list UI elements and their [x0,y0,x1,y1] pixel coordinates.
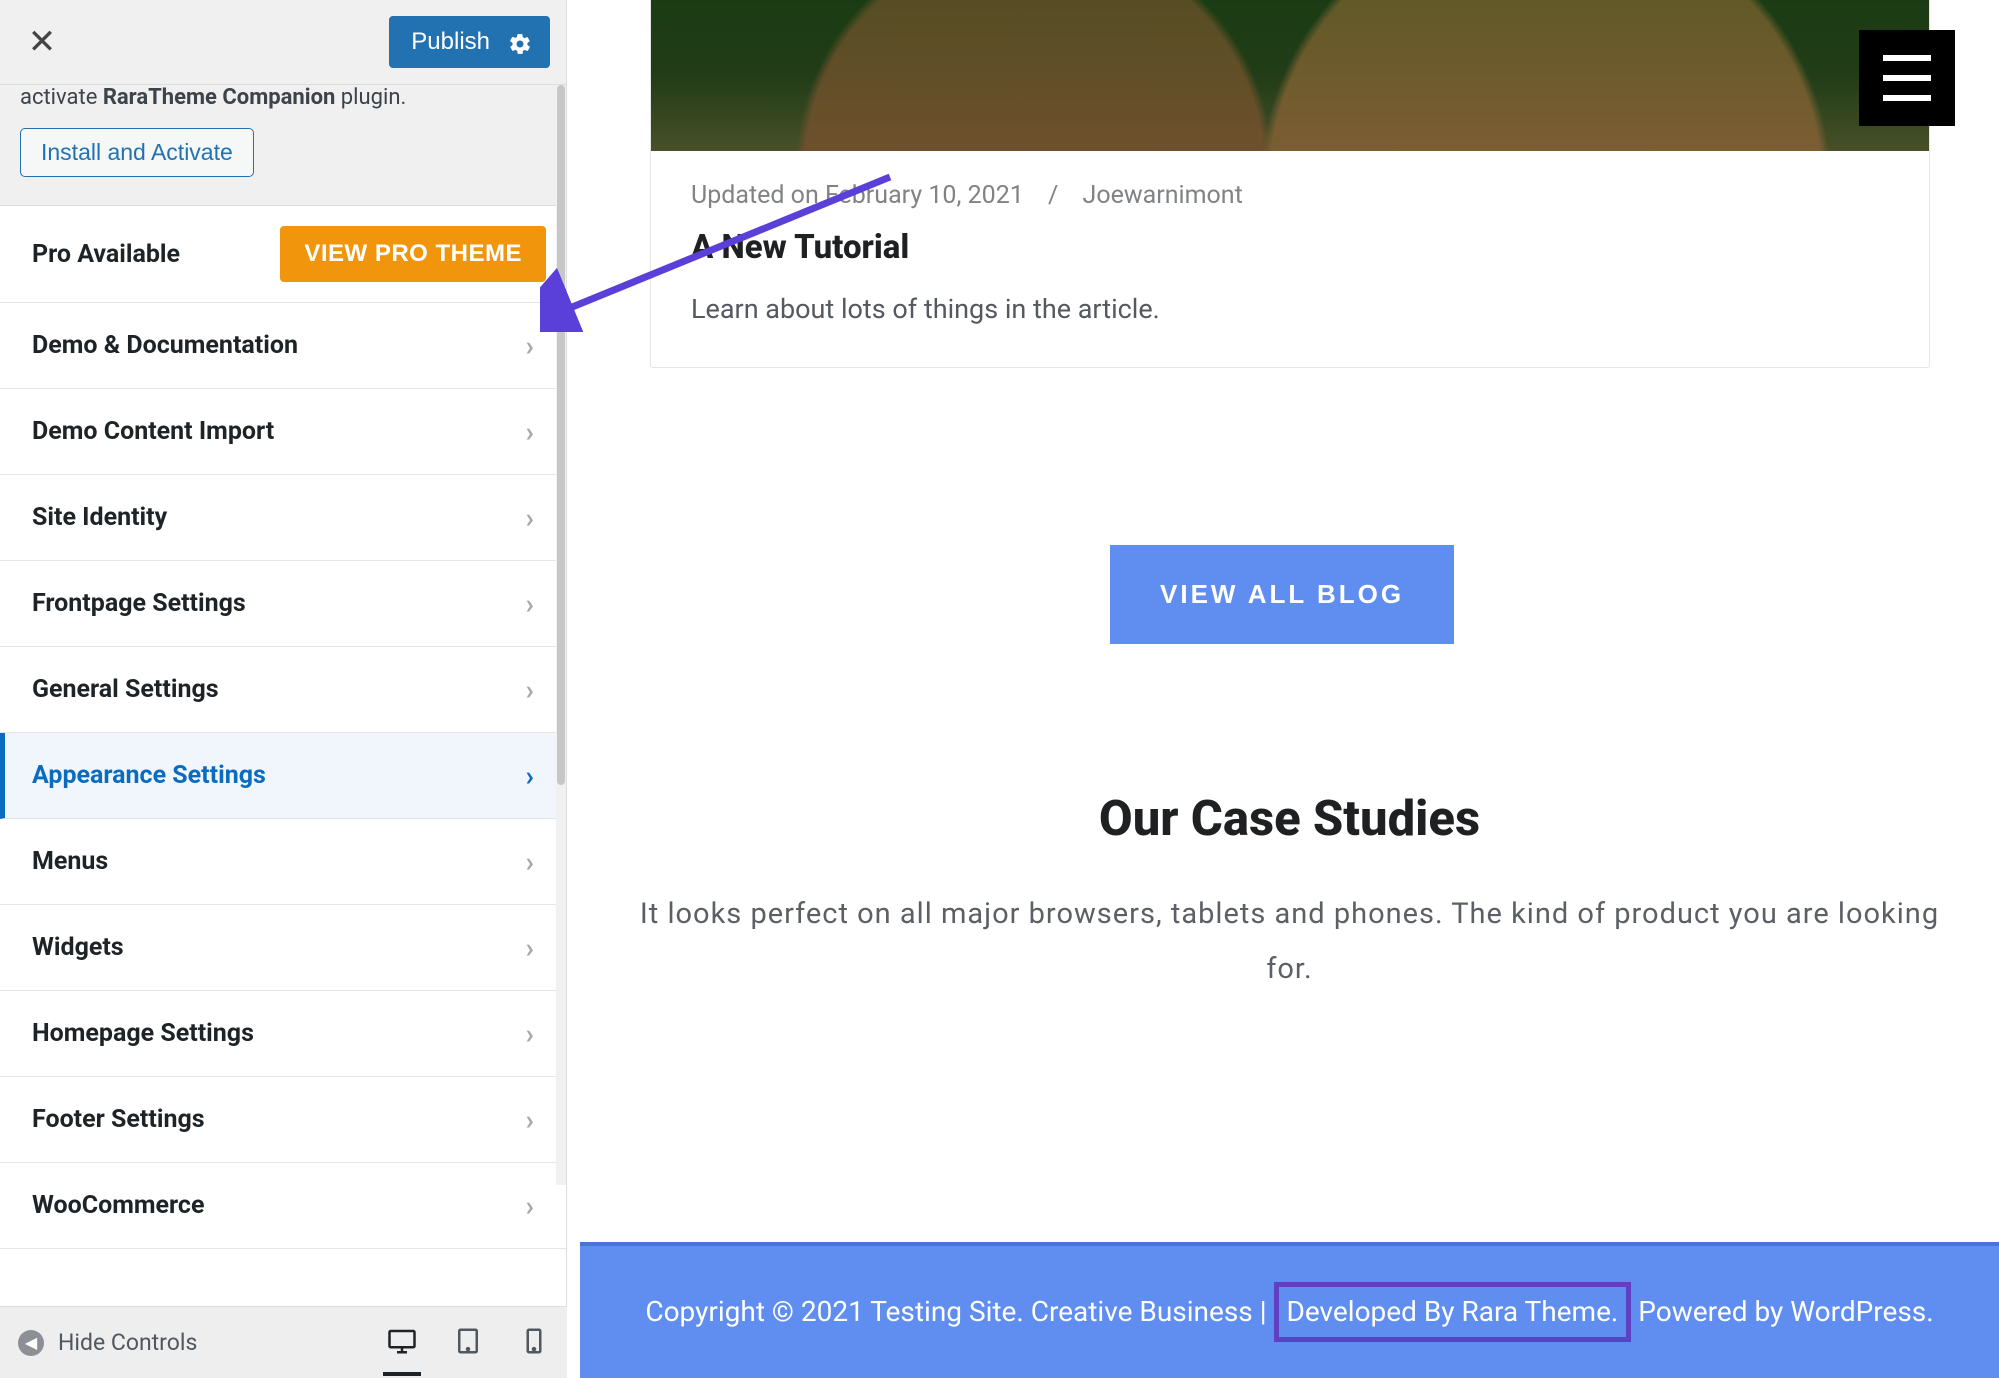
close-icon[interactable]: ✕ [22,22,62,62]
case-studies-subtext: It looks perfect on all major browsers, … [620,887,1959,997]
gear-icon [508,32,528,52]
post-hero-image [651,0,1929,151]
menu-demo-content-import[interactable]: Demo Content Import › [0,389,566,475]
view-all-blog-button[interactable]: VIEW ALL BLOG [1110,545,1454,644]
chevron-right-icon: › [526,329,534,362]
collapse-icon: ◀ [18,1330,44,1356]
chevron-right-icon: › [526,931,534,964]
footer-developer-highlight[interactable]: Developed By Rara Theme. [1274,1282,1632,1342]
post-date: February 10, 2021 [825,181,1024,210]
menu-widgets[interactable]: Widgets › [0,905,566,991]
menu-frontpage-settings[interactable]: Frontpage Settings › [0,561,566,647]
plugin-notice: activate RaraTheme Companion plugin. Ins… [0,85,566,206]
mobile-device-icon[interactable] [519,1326,549,1360]
hamburger-menu-icon[interactable] [1859,30,1955,126]
publish-button[interactable]: Publish [389,16,550,68]
view-pro-theme-button[interactable]: VIEW PRO THEME [280,226,546,282]
customizer-menu: Demo & Documentation › Demo Content Impo… [0,303,566,1378]
chevron-right-icon: › [526,501,534,534]
pro-available-label: Pro Available [32,240,180,269]
chevron-right-icon: › [526,759,534,792]
menu-general-settings[interactable]: General Settings › [0,647,566,733]
sidebar-scrollbar[interactable] [556,85,566,1185]
site-footer: Copyright © 2021 Testing Site. Creative … [580,1242,1999,1378]
menu-woocommerce[interactable]: WooCommerce › [0,1163,566,1249]
scrollbar-thumb[interactable] [557,85,565,785]
post-author[interactable]: Joewarnimont [1083,181,1243,210]
chevron-right-icon: › [526,1103,534,1136]
menu-site-identity[interactable]: Site Identity › [0,475,566,561]
case-studies-heading: Our Case Studies [620,790,1959,847]
device-preview-buttons [387,1326,549,1360]
post-excerpt: Learn about lots of things in the articl… [691,293,1889,325]
customizer-bottom-bar: ◀ Hide Controls [0,1306,567,1378]
chevron-right-icon: › [526,1017,534,1050]
menu-menus[interactable]: Menus › [0,819,566,905]
hide-controls-button[interactable]: ◀ Hide Controls [18,1329,197,1356]
customizer-topbar: ✕ Publish [0,0,566,85]
tablet-device-icon[interactable] [453,1326,483,1360]
footer-copyright: Copyright © 2021 Testing Site. Creative … [645,1295,1259,1328]
post-card[interactable]: Updated on February 10, 2021 / Joewarnim… [650,0,1930,368]
chevron-right-icon: › [526,1189,534,1222]
chevron-right-icon: › [526,673,534,706]
desktop-device-icon[interactable] [387,1326,417,1360]
chevron-right-icon: › [526,415,534,448]
publish-label: Publish [411,28,490,56]
footer-powered: Powered by WordPress. [1638,1295,1933,1328]
install-activate-button[interactable]: Install and Activate [20,128,254,177]
menu-demo-documentation[interactable]: Demo & Documentation › [0,303,566,389]
menu-footer-settings[interactable]: Footer Settings › [0,1077,566,1163]
chevron-right-icon: › [526,587,534,620]
post-body: Updated on February 10, 2021 / Joewarnim… [651,151,1929,367]
menu-appearance-settings[interactable]: Appearance Settings › [0,733,566,819]
customizer-sidebar: ✕ Publish activate RaraTheme Companion p… [0,0,567,1378]
meta-separator: / [1048,181,1058,210]
case-studies-section: Our Case Studies It looks perfect on all… [580,790,1999,997]
chevron-right-icon: › [526,845,534,878]
menu-homepage-settings[interactable]: Homepage Settings › [0,991,566,1077]
pro-available-row: Pro Available VIEW PRO THEME [0,206,566,303]
post-meta: Updated on February 10, 2021 / Joewarnim… [691,181,1889,210]
footer-pipe: | [1260,1295,1274,1328]
post-title[interactable]: A New Tutorial [691,228,1889,267]
site-preview: Updated on February 10, 2021 / Joewarnim… [580,0,1999,1378]
